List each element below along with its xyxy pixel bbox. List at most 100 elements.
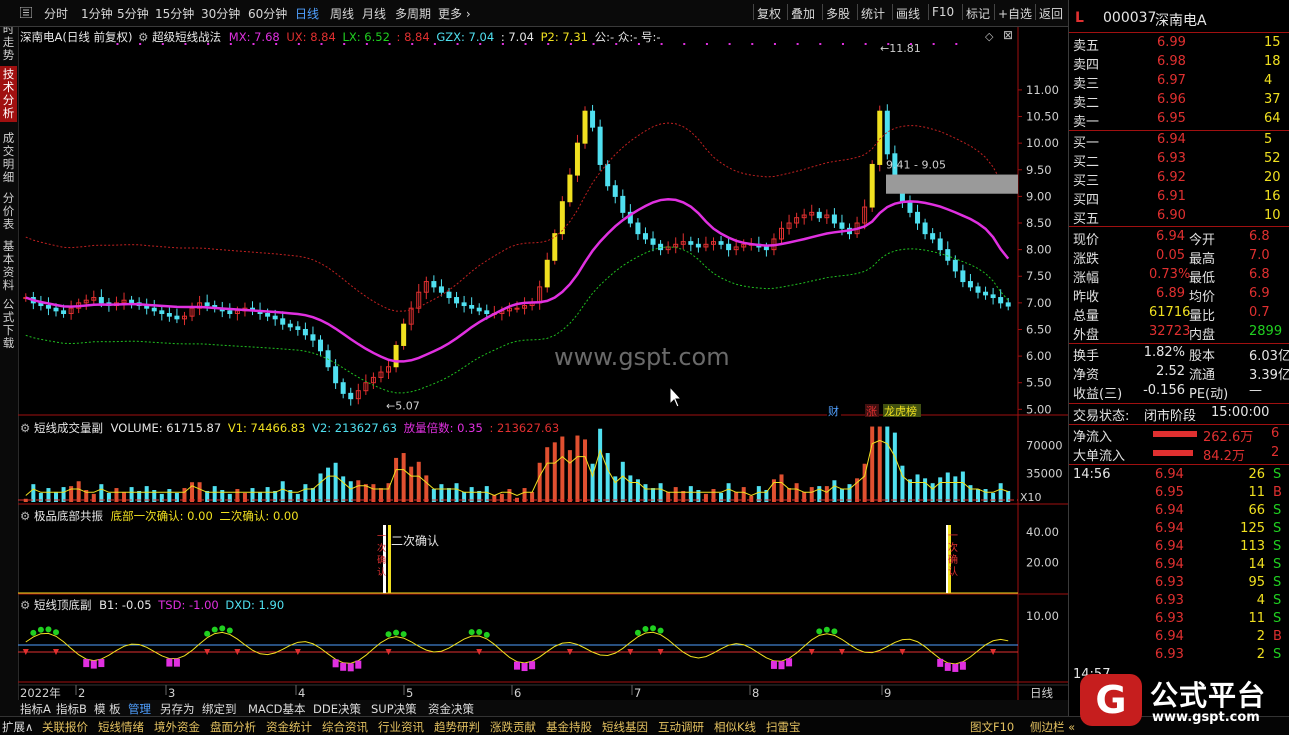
menu-icon[interactable] (20, 7, 32, 18)
indicator-tab-3[interactable]: 管理 (128, 701, 151, 717)
function-tab-1[interactable]: 关联报价 (42, 719, 88, 735)
indicator-tab-6[interactable]: MACD基本 (248, 701, 305, 717)
period-tab-7[interactable]: 周线 (330, 5, 354, 22)
volume-ma-line (25, 439, 1009, 497)
bid-row-price[interactable]: 6.93 (1157, 151, 1186, 169)
indicator-tab-7[interactable]: DDE决策 (313, 701, 361, 717)
function-tab-12[interactable]: 互动调研 (658, 719, 704, 735)
candle-body (333, 366, 339, 384)
top-marker (816, 628, 823, 635)
left-tab-5[interactable]: 公式下载 (0, 296, 17, 352)
function-tab-16[interactable]: 侧边栏 « (1030, 719, 1075, 735)
bid-row-price[interactable]: 6.92 (1157, 170, 1186, 188)
function-tab-6[interactable]: 综合资讯 (322, 719, 368, 735)
function-tab-13[interactable]: 相似K线 (714, 719, 756, 735)
toolbar-button-8[interactable]: 返回 (1039, 5, 1063, 22)
indicator-tab-4[interactable]: 另存为 (160, 701, 195, 717)
volume-bar (832, 480, 837, 502)
volume-bar (38, 492, 43, 502)
candle-body (484, 310, 490, 315)
indicator-gear-icon[interactable]: ⚙ (138, 30, 148, 44)
resonance-gear-icon[interactable]: ⚙ (20, 509, 30, 523)
function-tab-11[interactable]: 短线基因 (602, 719, 648, 735)
resonance-info-line: ⚙ 极品底部共振 底部一次确认: 0.00 二次确认: 0.00 (20, 508, 299, 524)
signal-dot (887, 43, 890, 45)
toolbar-button-7[interactable]: +自选 (998, 5, 1032, 22)
candle-body (393, 344, 399, 368)
bid-row-price[interactable]: 6.90 (1157, 208, 1186, 226)
flow-value: 84.2万 (1203, 449, 1245, 464)
left-tab-3[interactable]: 分价表 (0, 190, 17, 233)
toolbar-button-5[interactable]: F10 (932, 5, 954, 19)
function-tab-4[interactable]: 盘面分析 (210, 719, 256, 735)
moving-average-line (25, 197, 1010, 363)
period-tab-2[interactable]: 5分钟 (117, 5, 149, 22)
ask-row-price[interactable]: 6.97 (1157, 73, 1186, 91)
left-tab-2[interactable]: 成交明细 (0, 130, 17, 186)
period-tab-4[interactable]: 30分钟 (201, 5, 240, 22)
period-tab-5[interactable]: 60分钟 (248, 5, 287, 22)
function-tab-10[interactable]: 基金持股 (546, 719, 592, 735)
toolbar-button-0[interactable]: 复权 (757, 5, 781, 22)
volume-gear-icon[interactable]: ⚙ (20, 421, 30, 435)
top-marker (211, 626, 218, 633)
logo-text: 公式平台 (1150, 679, 1267, 712)
function-tab-15[interactable]: 图文F10 (970, 719, 1014, 735)
indicator-name[interactable]: 超级短线战法 (152, 30, 221, 44)
signal-dot (841, 43, 844, 45)
left-tab-4[interactable]: 基本资料 (0, 238, 17, 294)
left-tab-1[interactable]: 技术分析 (0, 66, 17, 122)
indicator-tab-8[interactable]: SUP决策 (371, 701, 417, 717)
indicator-tab-0[interactable]: 指标A (20, 701, 51, 717)
indicator-tab-9[interactable]: 资金决策 (428, 701, 474, 717)
function-tab-3[interactable]: 境外资金 (154, 719, 200, 735)
indicator-tab-1[interactable]: 指标B (56, 701, 87, 717)
tick-volume: 11 (1248, 611, 1265, 626)
diamond-icon[interactable]: ◇ (985, 30, 993, 43)
function-tab-0[interactable]: 扩展∧ (2, 719, 33, 735)
toolbar-button-4[interactable]: 画线 (896, 5, 920, 22)
ask-row-price[interactable]: 6.98 (1157, 54, 1186, 72)
period-tab-9[interactable]: 多周期 (395, 5, 431, 22)
ask-row-price[interactable]: 6.95 (1157, 111, 1186, 129)
period-tab-6[interactable]: 日线 (295, 5, 319, 22)
flow-bar (1153, 450, 1193, 456)
ask-row-price[interactable]: 6.99 (1157, 35, 1186, 53)
period-tab-3[interactable]: 15分钟 (155, 5, 194, 22)
top-marker (219, 625, 226, 632)
toolbar-button-1[interactable]: 叠加 (791, 5, 815, 22)
toolbar-button-6[interactable]: 标记 (966, 5, 990, 22)
period-tab-8[interactable]: 月线 (362, 5, 386, 22)
function-tab-14[interactable]: 扫雷宝 (766, 719, 801, 735)
function-tab-9[interactable]: 涨跌贡献 (490, 719, 536, 735)
ask-row-volume: 4 (1264, 73, 1273, 88)
period-tab-0[interactable]: 分时 (44, 5, 68, 22)
gzx-value: GZX: 7.04 (436, 30, 495, 44)
toolbar-button-3[interactable]: 统计 (861, 5, 885, 22)
toolbar-button-2[interactable]: 多股 (826, 5, 850, 22)
stat-label: 今开 (1189, 233, 1216, 248)
function-tab-2[interactable]: 短线情绪 (98, 719, 144, 735)
topbottom-gear-icon[interactable]: ⚙ (20, 598, 30, 612)
bid-row-price[interactable]: 6.94 (1157, 132, 1186, 150)
resonance-tick-label: 20.00 (1026, 556, 1059, 570)
topbottom-tick-label: 10.00 (1026, 609, 1059, 623)
function-tab-5[interactable]: 资金统计 (266, 719, 312, 735)
volume-bar (76, 481, 81, 502)
bottom-marker (786, 658, 793, 667)
topbottom-title: 短线顶底副 (33, 598, 92, 612)
period-tab-1[interactable]: 1分钟 (81, 5, 113, 22)
function-tab-8[interactable]: 趋势研判 (434, 719, 480, 735)
function-tab-7[interactable]: 行业资讯 (378, 719, 424, 735)
volume-bar (938, 477, 943, 502)
ask-row-price[interactable]: 6.96 (1157, 92, 1186, 110)
bid-row-price[interactable]: 6.91 (1157, 189, 1186, 207)
candle-body (869, 163, 875, 208)
topbottom-info-line: ⚙ 短线顶底副 B1: -0.05 TSD: -1.00 DXD: 1.90 (20, 597, 284, 613)
indicator-tab-5[interactable]: 绑定到 (202, 701, 237, 717)
close-panel-icon[interactable]: ⊠ (1003, 28, 1013, 42)
indicator-tab-2[interactable]: 模 板 (94, 701, 121, 717)
period-tab-10[interactable]: 更多 › (438, 5, 471, 22)
candle-body (265, 313, 271, 317)
stat-label: 昨收 (1073, 290, 1100, 305)
